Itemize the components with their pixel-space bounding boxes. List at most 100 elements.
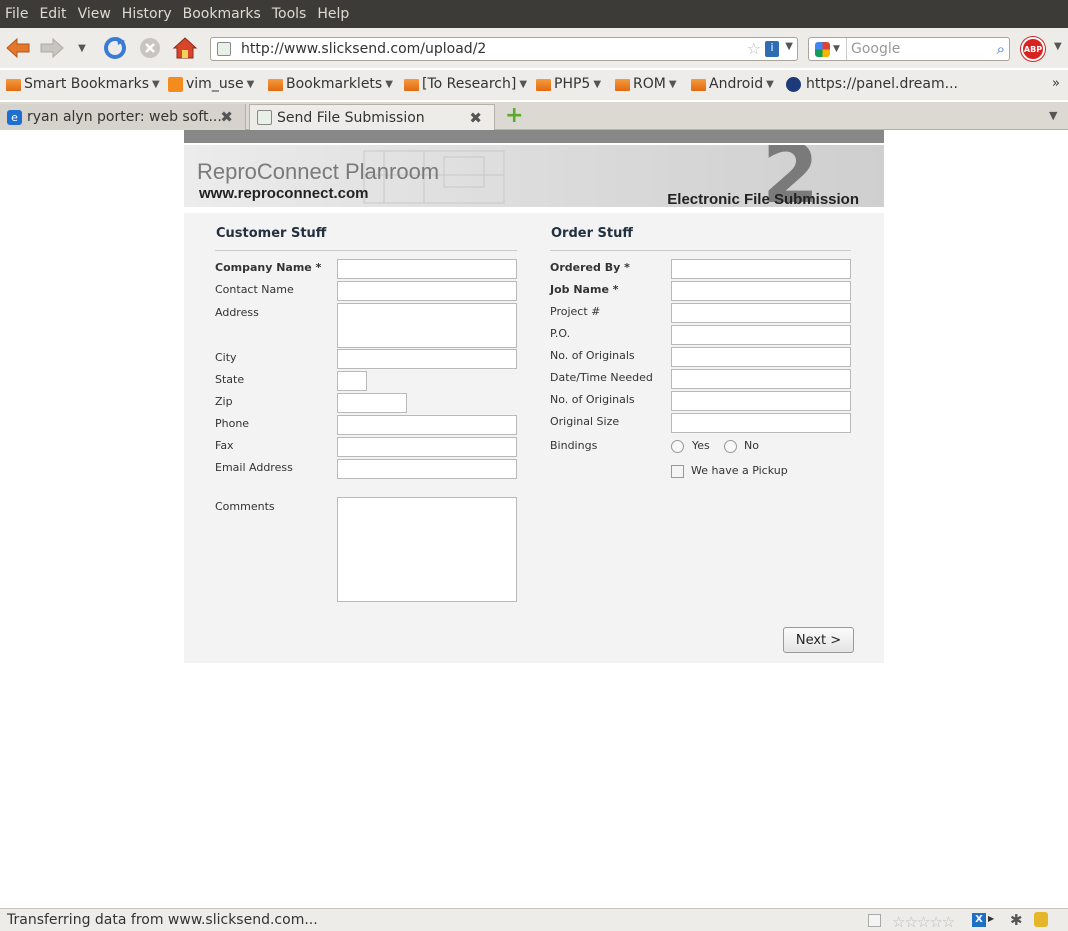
city-input[interactable] — [337, 349, 517, 369]
search-bar[interactable]: ▼ Google ⌕ — [808, 37, 1010, 61]
site-identity-icon[interactable] — [217, 42, 231, 56]
originals-input-2[interactable] — [671, 391, 851, 411]
ie-icon: e — [7, 109, 22, 125]
chevron-right-icon[interactable]: » — [1052, 76, 1060, 91]
phone-input[interactable] — [337, 415, 517, 435]
menu-bookmarks[interactable]: Bookmarks — [183, 6, 261, 22]
bindings-no-radio[interactable] — [724, 440, 737, 453]
bookmark-star-icon[interactable]: ☆ — [747, 39, 761, 58]
back-button[interactable] — [4, 34, 32, 62]
security-icon[interactable] — [1034, 912, 1048, 927]
menu-history[interactable]: History — [122, 6, 172, 22]
chevron-down-icon: ▼ — [766, 78, 774, 90]
search-input[interactable]: Google — [851, 41, 900, 57]
chevron-down-icon: ▼ — [246, 78, 255, 90]
bookmark-smart-bookmarks[interactable]: Smart Bookmarks ▼ — [6, 76, 160, 92]
originals-input[interactable] — [671, 347, 851, 367]
home-button[interactable] — [171, 34, 199, 62]
chevron-down-icon: ▼ — [833, 44, 840, 54]
bookmark-android[interactable]: Android ▼ — [691, 76, 774, 92]
state-input[interactable] — [337, 371, 367, 391]
banner-site: www.reproconnect.com — [199, 185, 369, 202]
menu-file[interactable]: File — [5, 6, 28, 22]
fax-input[interactable] — [337, 437, 517, 457]
email-input[interactable] — [337, 459, 517, 479]
bookmark-label: PHP5 — [554, 76, 591, 92]
chevron-down-icon[interactable]: ▼ — [1049, 109, 1057, 122]
new-tab-icon[interactable]: + — [505, 103, 523, 128]
company-name-input[interactable] — [337, 259, 517, 279]
search-engine-selector[interactable]: ▼ — [809, 38, 847, 60]
tab-label: Send File Submission — [277, 109, 425, 126]
zip-label: Zip — [215, 395, 233, 408]
close-icon[interactable]: ✖ — [220, 108, 233, 126]
bookmark-dreamhost-panel[interactable]: https://panel.dream... — [786, 76, 958, 92]
chevron-down-icon: ▼ — [519, 78, 528, 90]
comments-textarea[interactable] — [337, 497, 517, 602]
menu-help[interactable]: Help — [317, 6, 349, 22]
chevron-down-icon[interactable]: ▼ — [1054, 41, 1062, 52]
banner-subtitle: Electronic File Submission — [667, 191, 859, 208]
bookmark-php5[interactable]: PHP5 ▼ — [536, 76, 601, 92]
bookmark-label: Smart Bookmarks — [24, 76, 150, 92]
originals-label-2: No. of Originals — [550, 393, 635, 406]
bookmark-label: Bookmarklets — [286, 76, 383, 92]
status-text: Transferring data from www.slicksend.com… — [7, 912, 318, 928]
bookmark-to-research[interactable]: [To Research] ▼ — [404, 76, 527, 92]
tab-ryan-alyn-porter[interactable]: e ryan alyn porter: web soft... ✖ — [0, 104, 246, 130]
contact-name-input[interactable] — [337, 281, 517, 301]
search-magnifier-icon[interactable]: ⌕ — [997, 40, 1005, 58]
bindings-yes-radio[interactable] — [671, 440, 684, 453]
date-needed-input[interactable] — [671, 369, 851, 389]
bindings-label: Bindings — [550, 439, 598, 452]
folder-icon — [404, 79, 419, 91]
page-icon — [868, 914, 881, 927]
forward-button[interactable] — [38, 34, 66, 62]
adblock-button[interactable]: ABP — [1021, 37, 1045, 61]
bookmark-bookmarklets[interactable]: Bookmarklets ▼ — [268, 76, 393, 92]
banner-title: ReproConnect Planroom — [197, 159, 440, 184]
url-bar[interactable]: http://www.slicksend.com/upload/2 ☆ i ▼ — [210, 37, 798, 61]
job-name-input[interactable] — [671, 281, 851, 301]
zip-input[interactable] — [337, 393, 407, 413]
chevron-down-icon[interactable]: ▼ — [785, 41, 793, 52]
adblock-icon: ABP — [1023, 44, 1043, 54]
pickup-checkbox[interactable] — [671, 465, 684, 478]
tab-send-file-submission[interactable]: Send File Submission ✖ — [249, 104, 495, 130]
chevron-down-icon: ▼ — [78, 42, 86, 54]
close-icon[interactable]: ✖ — [469, 109, 482, 127]
address-textarea[interactable] — [337, 303, 517, 348]
history-dropdown[interactable]: ▼ — [72, 34, 92, 62]
menu-view[interactable]: View — [78, 6, 111, 22]
contact-name-label: Contact Name — [215, 283, 294, 296]
stop-button[interactable] — [136, 34, 164, 62]
addon-x-icon[interactable]: X — [972, 913, 986, 927]
status-bar: Transferring data from www.slicksend.com… — [0, 908, 1068, 931]
city-label: City — [215, 351, 237, 364]
divider — [550, 250, 851, 251]
bookmark-label: ROM — [633, 76, 666, 92]
po-input[interactable] — [671, 325, 851, 345]
chevron-down-icon: ▼ — [385, 78, 393, 90]
menu-edit[interactable]: Edit — [39, 6, 66, 22]
bookmark-label: https://panel.dream... — [806, 76, 958, 92]
project-number-input[interactable] — [671, 303, 851, 323]
info-icon[interactable]: i — [765, 41, 779, 57]
email-label: Email Address — [215, 461, 293, 474]
ordered-by-label: Ordered By * — [550, 261, 630, 274]
fax-label: Fax — [215, 439, 234, 452]
bookmark-vim-use[interactable]: vim_use ▼ — [168, 76, 254, 92]
reload-button[interactable] — [101, 34, 129, 62]
ordered-by-input[interactable] — [671, 259, 851, 279]
url-text[interactable]: http://www.slicksend.com/upload/2 — [241, 41, 486, 57]
menu-tools[interactable]: Tools — [272, 6, 307, 22]
firebug-icon[interactable]: ✱ — [1010, 911, 1023, 929]
bookmark-rom[interactable]: ROM ▼ — [615, 76, 677, 92]
state-label: State — [215, 373, 245, 386]
next-button[interactable]: Next > — [783, 627, 854, 653]
chevron-right-icon[interactable]: ▶ — [988, 914, 994, 923]
page-icon — [257, 110, 272, 125]
banner-top-stripe — [184, 130, 884, 143]
rating-stars-icon[interactable]: ☆☆☆☆☆ — [892, 913, 955, 931]
original-size-input[interactable] — [671, 413, 851, 433]
